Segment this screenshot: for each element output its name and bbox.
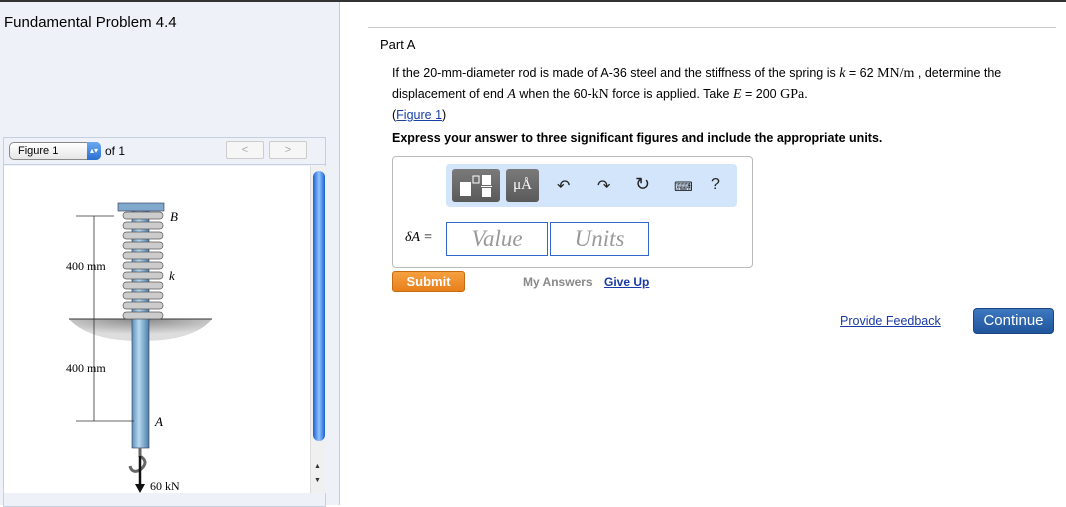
redo-icon[interactable]: ↷ [597,176,610,196]
figure-toolbar: Figure 1 ▴▾ of 1 < > [4,138,325,165]
scroll-down-icon[interactable]: ▼ [314,477,321,484]
label-b: B [170,209,178,224]
top-plate [117,202,165,212]
templates-icon [460,175,492,197]
figure-select[interactable]: Figure 1 ▴▾ [9,142,101,160]
question-text: If the 20-mm-diameter rod is made of A-3… [392,66,1002,122]
dim-upper: 400 mm [66,259,106,273]
label-k: k [169,268,175,283]
hook [128,448,147,473]
give-up-link[interactable]: Give Up [604,275,649,289]
figure-count: of 1 [105,144,126,158]
figure-scrollbar[interactable]: ▲ ▼ [310,166,326,493]
part-title: Part A [380,37,416,52]
scroll-up-icon[interactable]: ▲ [314,463,321,470]
dim-lower: 400 mm [66,361,106,375]
value-input[interactable]: Value [446,222,548,256]
units-input[interactable]: Units [550,222,649,256]
provide-feedback-link[interactable]: Provide Feedback [840,314,941,328]
figure-select-value: Figure 1 [18,145,59,157]
math-toolbar: μÅ ↶ ↷ ↻ ⌨ ? [446,164,737,207]
force-label: 60 kN [150,479,180,493]
undo-icon[interactable]: ↶ [557,176,570,196]
label-a: A [154,414,163,429]
divider [368,27,1056,28]
left-panel: Fundamental Problem 4.4 Figure 1 ▴▾ of 1 … [0,2,340,507]
spring [122,211,164,320]
figure-viewer: Figure 1 ▴▾ of 1 < > B k A 400 mm 400 mm… [3,137,326,507]
figure-image: B k A 400 mm 400 mm 60 kN [4,166,310,493]
reset-icon[interactable]: ↻ [635,174,650,195]
keyboard-icon[interactable]: ⌨ [674,179,693,195]
spring-rod-diagram: B k A 400 mm 400 mm 60 kN [66,202,212,493]
continue-button[interactable]: Continue [973,308,1054,334]
figure-link[interactable]: Figure 1 [396,108,442,122]
problem-title: Fundamental Problem 4.4 [4,14,177,31]
next-figure-button[interactable]: > [269,141,307,159]
units-button[interactable]: μÅ [506,169,539,202]
my-answers-link[interactable]: My Answers [523,275,593,289]
submit-button[interactable]: Submit [392,271,465,292]
prev-figure-button[interactable]: < [226,141,264,159]
answer-box: μÅ ↶ ↷ ↻ ⌨ ? δA = Value Units [392,156,753,268]
help-button[interactable]: ? [711,176,720,194]
templates-button[interactable] [452,169,500,202]
scroll-thumb[interactable] [313,171,325,441]
stepper-icon: ▴▾ [87,142,101,160]
answer-label: δA = [405,230,433,245]
instruction: Express your answer to three significant… [392,131,883,145]
